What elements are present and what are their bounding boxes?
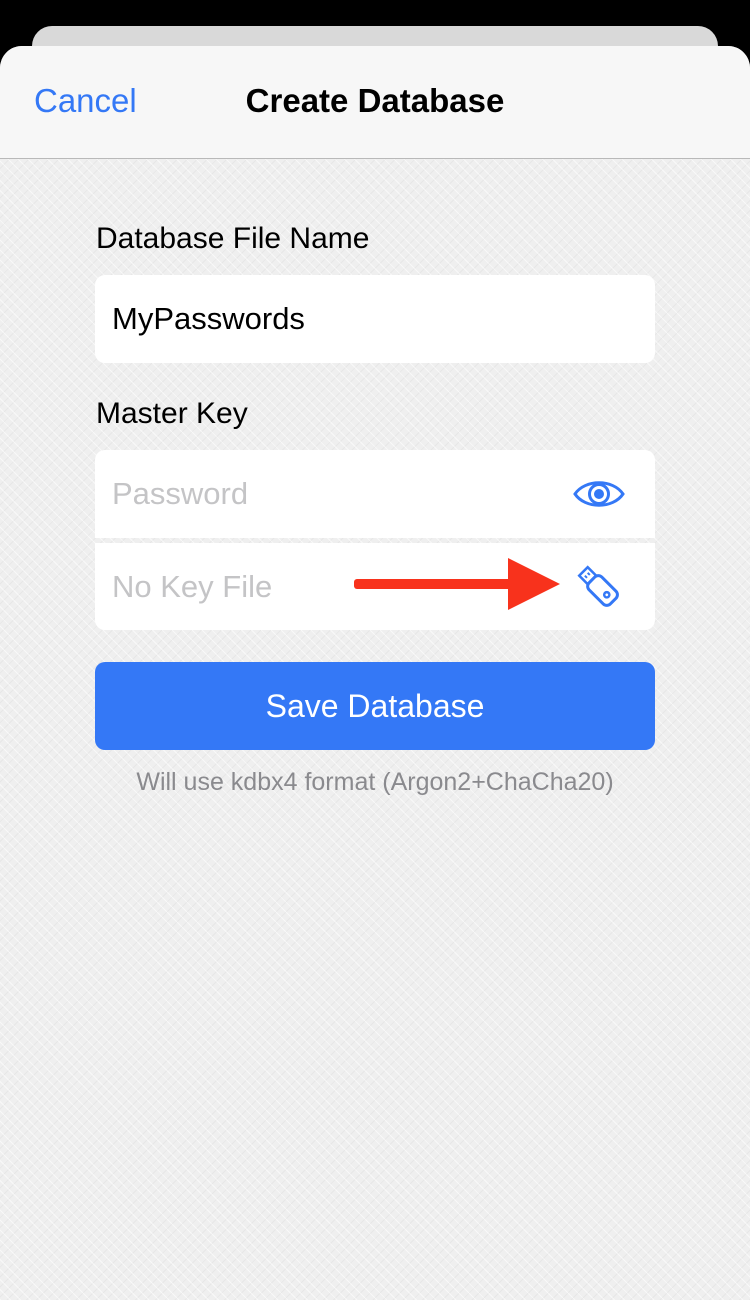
page-title: Create Database [245,82,505,119]
navigation-bar: Cancel Create Database [0,46,750,159]
usb-drive-icon[interactable] [573,562,625,612]
file-name-label: Database File Name [96,222,370,255]
save-database-button[interactable]: Save Database [95,662,655,750]
red-arrow-annotation [354,558,560,610]
create-database-sheet: Cancel Create Database Database File Nam… [0,46,750,1300]
password-field[interactable]: Password [95,450,655,538]
eye-icon[interactable] [573,469,625,519]
file-name-field[interactable]: MyPasswords [95,275,655,363]
format-note: Will use kdbx4 format (Argon2+ChaCha20) [136,768,614,796]
file-name-value: MyPasswords [112,301,305,336]
key-file-placeholder: No Key File [112,569,273,604]
password-placeholder: Password [112,476,249,511]
master-key-label: Master Key [96,397,248,430]
